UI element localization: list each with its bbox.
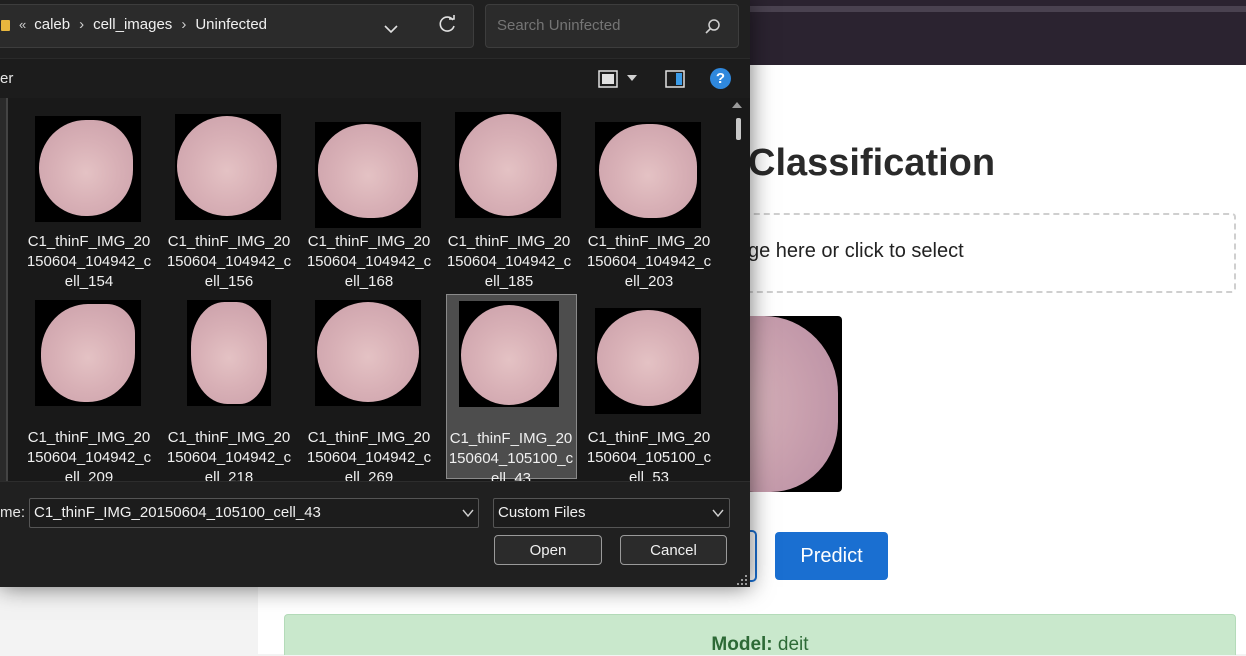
file-grid: C1_thinF_IMG_20 150604_104942_c ell_154 C1… (0, 98, 750, 487)
breadcrumb-item[interactable]: Uninfected (195, 16, 267, 33)
breadcrumb-item[interactable]: caleb (34, 16, 70, 33)
file-open-dialog: « caleb › cell_images › Uninfected er ? (0, 0, 750, 587)
result-label: Model: (711, 634, 773, 655)
file-item[interactable]: C1_thinF_IMG_20 150604_104942_c ell_203 (579, 98, 711, 290)
address-bar[interactable]: « caleb › cell_images › Uninfected (0, 4, 474, 48)
file-thumbnail (315, 300, 421, 406)
filename-label: me: (0, 504, 26, 521)
cancel-button[interactable]: Cancel (620, 535, 727, 565)
file-name: C1_thinF_IMG_20 150604_104942_c ell_168 (306, 233, 432, 290)
preview-pane-icon[interactable] (664, 69, 686, 89)
file-thumbnail (595, 308, 701, 414)
resize-grip-icon[interactable] (736, 574, 748, 586)
chevron-down-icon[interactable] (381, 19, 401, 39)
chevron-right-icon: › (181, 16, 187, 33)
chevron-down-icon[interactable] (626, 73, 638, 83)
file-name: C1_thinF_IMG_20 150604_104942_c ell_209 (26, 429, 152, 486)
nav-pane-edge (0, 98, 8, 481)
page-title: Classification (748, 142, 996, 184)
file-thumbnail (35, 116, 141, 222)
file-thumbnail (315, 122, 421, 228)
breadcrumb: « caleb › cell_images › Uninfected (19, 16, 267, 33)
file-thumbnail (35, 300, 141, 406)
dialog-footer: me: C1_thinF_IMG_20150604_105100_cell_43… (0, 481, 750, 587)
chevron-down-icon[interactable] (712, 508, 724, 518)
file-item[interactable]: C1_thinF_IMG_20 150604_104942_c ell_218 (159, 294, 291, 486)
chevron-right-icon: › (79, 16, 85, 33)
search-box[interactable] (485, 4, 739, 48)
dropzone-text: ge here or click to select (748, 240, 964, 262)
file-thumbnail (175, 114, 281, 220)
file-item[interactable]: C1_thinF_IMG_20 150604_104942_c ell_154 (19, 98, 151, 290)
file-thumbnail (595, 122, 701, 228)
search-input[interactable] (495, 16, 699, 35)
file-name: C1_thinF_IMG_20 150604_105100_c ell_53 (586, 429, 712, 486)
filename-value[interactable]: C1_thinF_IMG_20150604_105100_cell_43 (34, 504, 321, 521)
file-thumbnail (459, 301, 559, 407)
search-icon[interactable] (704, 18, 722, 36)
file-item[interactable]: C1_thinF_IMG_20 150604_104942_c ell_168 (299, 98, 431, 290)
view-mode-icon[interactable] (597, 69, 619, 89)
file-item[interactable]: C1_thinF_IMG_20 150604_104942_c ell_209 (19, 294, 151, 486)
filename-field[interactable]: C1_thinF_IMG_20150604_105100_cell_43 (29, 498, 479, 528)
browser-tab-strip (750, 6, 1246, 12)
file-item-selected[interactable]: C1_thinF_IMG_20 150604_105100_c ell_43 (446, 294, 577, 487)
file-name: C1_thinF_IMG_20 150604_104942_c ell_218 (166, 429, 292, 486)
result-panel: Model: deit (284, 614, 1236, 655)
chevron-down-icon[interactable] (462, 508, 474, 518)
scroll-up-icon[interactable] (732, 102, 742, 108)
file-type-select[interactable]: Custom Files (493, 498, 730, 528)
predict-button[interactable]: Predict (775, 532, 888, 580)
file-name: C1_thinF_IMG_20 150604_104942_c ell_203 (586, 233, 712, 290)
result-line: Model: deit (285, 634, 1235, 656)
result-value: deit (777, 634, 809, 655)
help-icon[interactable]: ? (710, 68, 731, 89)
refresh-icon[interactable] (436, 14, 458, 36)
breadcrumb-overflow[interactable]: « (19, 17, 26, 32)
scrollbar-thumb[interactable] (736, 118, 741, 140)
file-name: C1_thinF_IMG_20 150604_104942_c ell_156 (166, 233, 292, 290)
dialog-toolbar: er ? (0, 58, 750, 99)
toolbar-label[interactable]: er (0, 70, 13, 87)
file-name: C1_thinF_IMG_20 150604_104942_c ell_154 (26, 233, 152, 290)
open-button[interactable]: Open (494, 535, 602, 565)
file-name: C1_thinF_IMG_20 150604_105100_c ell_43 (448, 430, 574, 487)
folder-icon (1, 20, 10, 31)
file-name: C1_thinF_IMG_20 150604_104942_c ell_185 (446, 233, 572, 290)
file-type-value: Custom Files (498, 504, 586, 521)
file-item[interactable]: C1_thinF_IMG_20 150604_104942_c ell_156 (159, 98, 291, 290)
file-item[interactable]: C1_thinF_IMG_20 150604_105100_c ell_53 (579, 294, 711, 486)
file-item[interactable]: C1_thinF_IMG_20 150604_104942_c ell_269 (299, 294, 431, 486)
file-name: C1_thinF_IMG_20 150604_104942_c ell_269 (306, 429, 432, 486)
file-thumbnail (455, 112, 561, 218)
dialog-nav-row: « caleb › cell_images › Uninfected (0, 0, 750, 58)
file-thumbnail (187, 300, 271, 406)
file-item[interactable]: C1_thinF_IMG_20 150604_104942_c ell_185 (439, 98, 571, 290)
breadcrumb-item[interactable]: cell_images (93, 16, 172, 33)
